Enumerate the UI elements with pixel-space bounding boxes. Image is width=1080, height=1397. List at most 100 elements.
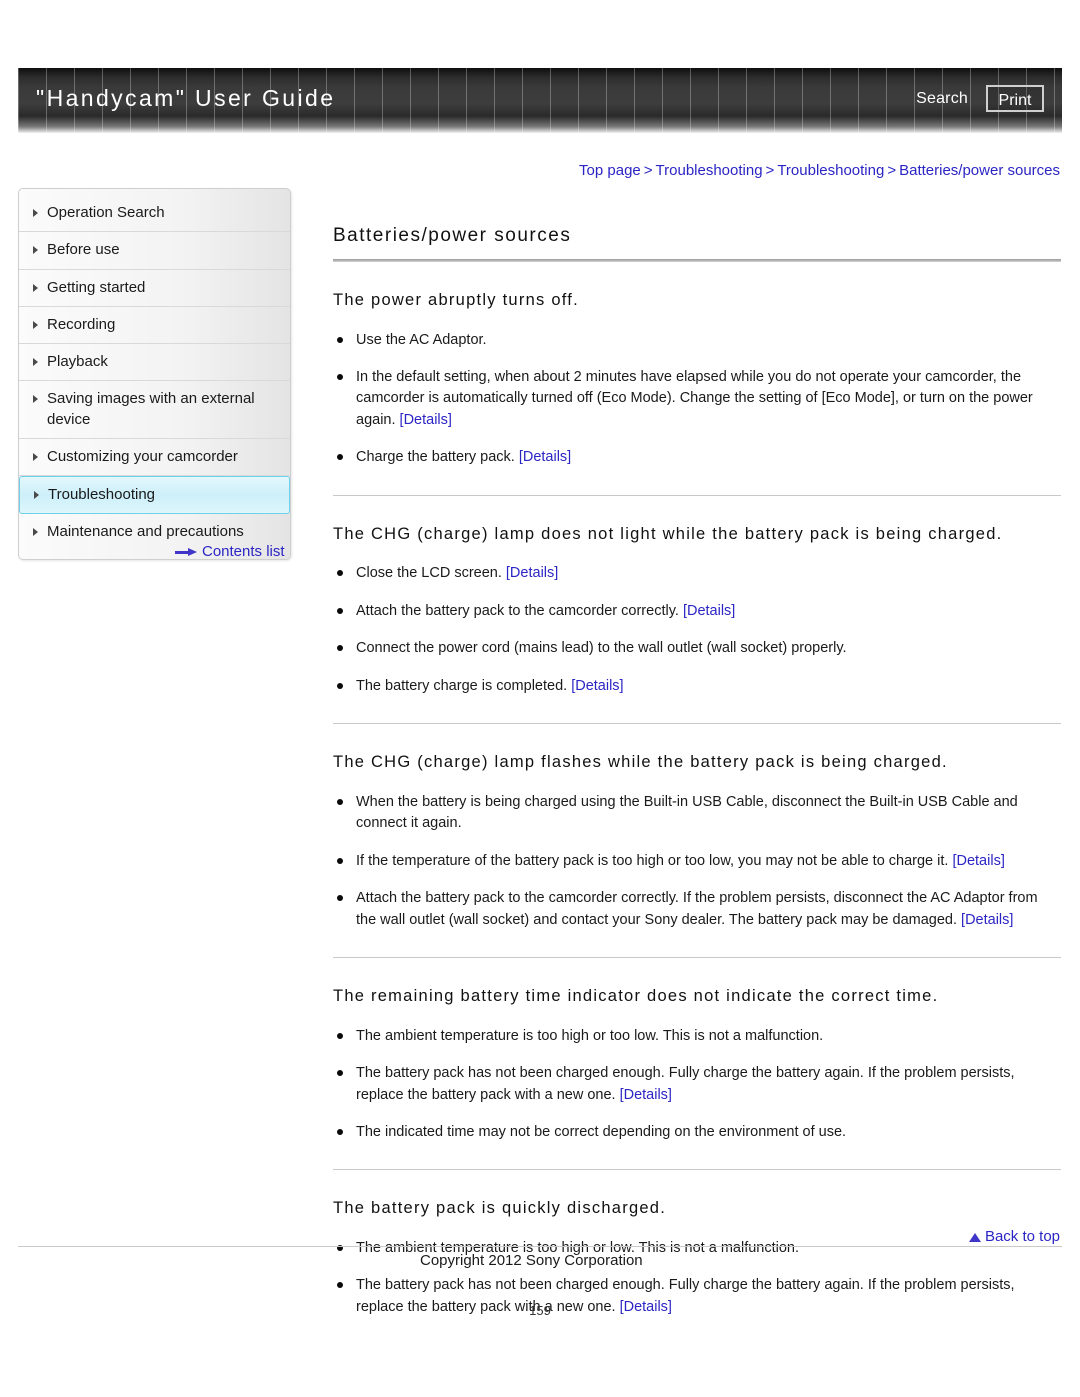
triangle-up-icon [968, 1233, 981, 1242]
section-heading: The battery pack is quickly discharged. [333, 1199, 667, 1218]
bullet-text: The battery pack has not been charged en… [356, 1065, 1015, 1103]
bullet-text: Connect the power cord (mains lead) to t… [356, 640, 847, 657]
triangle-right-icon [33, 246, 38, 255]
bullet-item: The indicated time may not be correct de… [333, 1122, 1061, 1143]
print-button[interactable]: Print [986, 85, 1044, 112]
details-link[interactable]: [Details] [961, 912, 1013, 928]
sidebar-item-troubleshooting[interactable]: Troubleshooting [19, 476, 290, 515]
triangle-right-icon [33, 528, 38, 537]
breadcrumb-separator: > [765, 162, 775, 179]
site-header-banner: "Handycam" User Guide Search Print [18, 68, 1062, 133]
bullet-text: Charge the battery pack. [356, 449, 519, 466]
triangle-right-icon [33, 209, 38, 217]
details-link[interactable]: [Details] [683, 603, 735, 619]
sidebar-item-label: Customizing your camcorder [47, 447, 238, 465]
bullet-list: The ambient temperature is too high or t… [333, 1026, 1061, 1144]
sidebar-item-saving-images-with-an-external-device[interactable]: Saving images with an external device [19, 381, 290, 439]
sidebar-item-label: Operation Search [47, 204, 165, 221]
bullet-list: Close the LCD screen. [Details] Attach th… [333, 563, 1061, 697]
content-section: The battery pack is quickly discharged. T… [333, 1170, 1061, 1318]
bullet-text: In the default setting, when about 2 min… [356, 369, 1033, 428]
main-content: Batteries/power sources The power abrupt… [333, 225, 1061, 1318]
document-page: "Handycam" User Guide Search Print Top p… [0, 0, 1080, 1397]
copyright-text: Copyright 2012 Sony Corporation [420, 1252, 643, 1269]
triangle-right-icon [33, 452, 38, 461]
sidebar-item-getting-started[interactable]: Getting started [19, 270, 290, 307]
bullet-item: The battery charge is completed. [Detail… [333, 676, 1061, 697]
back-to-top-link[interactable]: Back to top [968, 1228, 1060, 1245]
sidebar-item-recording[interactable]: Recording [19, 307, 290, 344]
contents-list-link[interactable]: Contents list [175, 543, 285, 560]
bullet-item: Connect the power cord (mains lead) to t… [333, 638, 1061, 659]
sidebar-item-customizing-your-camcorder[interactable]: Customizing your camcorder [19, 439, 290, 476]
search-link[interactable]: Search [916, 90, 968, 108]
site-title: "Handycam" User Guide [36, 85, 336, 111]
sidebar-item-label: Saving images with an external device [47, 390, 255, 428]
details-link[interactable]: [Details] [620, 1087, 672, 1103]
section-heading: The remaining battery time indicator doe… [333, 987, 939, 1006]
breadcrumb-separator: > [887, 162, 897, 179]
sidebar-navigation: Operation Search Before use Getting starte… [18, 188, 291, 560]
bullet-text: The indicated time may not be correct de… [356, 1123, 847, 1140]
sidebar-item-playback[interactable]: Playback [19, 344, 290, 382]
sidebar-item-label: Recording [47, 315, 116, 333]
breadcrumb-separator: > [643, 162, 653, 179]
bullet-text: When the battery is being charged using … [356, 793, 1018, 832]
footer-divider [18, 1246, 1062, 1247]
sidebar-item-label: Troubleshooting [48, 486, 156, 503]
triangle-right-icon [33, 395, 38, 404]
details-link[interactable]: [Details] [571, 678, 623, 694]
bullet-item: Charge the battery pack. [Details] [333, 447, 1061, 468]
triangle-right-icon [34, 491, 39, 499]
back-to-top-label: Back to top [984, 1228, 1060, 1245]
bullet-text: Attach the battery pack to the camcorder… [356, 890, 1038, 928]
bullet-item: Attach the battery pack to the camcorder… [333, 888, 1061, 931]
sidebar-item-label: Getting started [47, 278, 146, 296]
section-heading: The power abruptly turns off. [333, 291, 579, 309]
page-title: Batteries/power sources [333, 225, 572, 246]
triangle-right-icon [33, 283, 38, 292]
arrow-right-icon [175, 547, 197, 557]
section-heading: The CHG (charge) lamp flashes while the … [333, 753, 948, 772]
bullet-list: Use the AC Adaptor. In the default settin… [333, 330, 1061, 469]
bullet-text: If the temperature of the battery pack i… [356, 852, 953, 869]
bullet-item: Use the AC Adaptor. [333, 330, 1061, 351]
content-section: The power abruptly turns off. Use the AC … [333, 262, 1061, 469]
bullet-text: The ambient temperature is too high or t… [356, 1027, 824, 1044]
page-number: 159 [529, 1303, 551, 1318]
bullet-text: Attach the battery pack to the camcorder… [356, 602, 683, 619]
bullet-list: When the battery is being charged using … [333, 792, 1061, 931]
breadcrumb-item[interactable]: Top page [579, 162, 641, 179]
details-link[interactable]: [Details] [506, 565, 558, 581]
bullet-item: When the battery is being charged using … [333, 792, 1061, 835]
breadcrumb: Top page > Troubleshooting > Troubleshooting… [579, 162, 1060, 179]
content-section: The remaining battery time indicator doe… [333, 958, 1061, 1143]
breadcrumb-item[interactable]: Troubleshooting [656, 162, 763, 179]
details-link[interactable]: [Details] [519, 449, 571, 465]
sidebar-item-before-use[interactable]: Before use [19, 232, 290, 270]
contents-list-label: Contents list [202, 543, 285, 560]
bullet-item: If the temperature of the battery pack i… [333, 851, 1061, 872]
bullet-text: The battery charge is completed. [356, 677, 572, 694]
details-link[interactable]: [Details] [400, 412, 452, 428]
breadcrumb-item[interactable]: Batteries/power sources [899, 162, 1060, 179]
sidebar-item-label: Playback [47, 353, 108, 370]
sidebar-item-label: Before use [47, 241, 120, 259]
sidebar-item-operation-search[interactable]: Operation Search [19, 195, 290, 233]
content-section: The CHG (charge) lamp does not light whi… [333, 496, 1061, 697]
breadcrumb-item[interactable]: Troubleshooting [777, 162, 884, 179]
sections-container: The power abruptly turns off. Use the AC … [333, 262, 1061, 1318]
bullet-item: The ambient temperature is too high or t… [333, 1026, 1061, 1047]
sidebar-item-label: Maintenance and precautions [47, 523, 244, 541]
triangle-right-icon [33, 320, 38, 329]
details-link[interactable]: [Details] [952, 853, 1004, 869]
bullet-item: In the default setting, when about 2 min… [333, 367, 1061, 431]
section-heading: The CHG (charge) lamp does not light whi… [333, 524, 1003, 543]
bullet-item: The battery pack has not been charged en… [333, 1063, 1061, 1106]
bullet-item: Attach the battery pack to the camcorder… [333, 601, 1061, 622]
bullet-text: Use the AC Adaptor. [356, 331, 487, 348]
